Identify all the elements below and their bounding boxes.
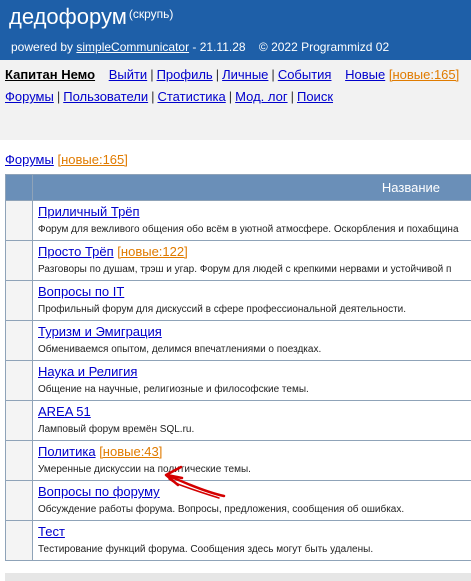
forum-title-line: Вопросы по форуму — [38, 484, 160, 499]
forum-row: Вопросы по форуму Обсуждение работы форум… — [5, 480, 471, 521]
forum-info-cell: Просто Трёп [новые:122] Разговоры по душа… — [32, 240, 471, 281]
forum-row: Туризм и Эмиграция Обмениваемся опытом, д… — [5, 320, 471, 361]
forum-title-line: Политика [новые:43] — [38, 444, 162, 459]
breadcrumb: Форумы [новые:165] — [5, 152, 128, 167]
forum-link[interactable]: Наука и Религия — [38, 364, 137, 379]
footer-band — [5, 573, 471, 581]
forum-info-cell: Туризм и Эмиграция Обмениваемся опытом, д… — [32, 320, 471, 361]
forum-title-line: Наука и Религия — [38, 364, 137, 379]
user-nav: Капитан Немо Выйти | Профиль | Личные | Событи… — [0, 60, 471, 112]
site-subtitle: (скрупь) — [128, 7, 174, 21]
forum-description: Ламповый форум времён SQL.ru. — [38, 424, 195, 435]
forum-link[interactable]: Тест — [38, 524, 65, 539]
nav-private-link[interactable]: Личные — [222, 67, 268, 82]
forum-row: Наука и Религия Общение на научные, религ… — [5, 360, 471, 401]
forum-description: Обмениваемся опытом, делимся впечатления… — [38, 344, 322, 355]
forum-description: Умеренные дискуссии на политические темы… — [38, 464, 251, 475]
powered-by-line: powered by simpleCommunicator - 21.11.28… — [11, 40, 389, 54]
forum-table: Название Приличный Трёп Форум для вежливо… — [5, 174, 471, 561]
forum-rows: Приличный Трёп Форум для вежливого общени… — [5, 200, 471, 561]
forum-status-icon-cell — [5, 200, 33, 241]
forum-status-icon-cell — [5, 360, 33, 401]
nav-new-link[interactable]: Новые — [345, 67, 385, 82]
forum-info-cell: Тест Тестирование функций форума. Сообщен… — [32, 520, 471, 561]
forum-link[interactable]: Вопросы по форуму — [38, 484, 160, 499]
header-icon-cell — [5, 174, 33, 201]
forum-info-cell: Приличный Трёп Форум для вежливого общени… — [32, 200, 471, 241]
simplecommunicator-link[interactable]: simpleCommunicator — [76, 40, 189, 54]
forum-title-line: Вопросы по IT — [38, 284, 124, 299]
breadcrumb-forums-link[interactable]: Форумы — [5, 152, 54, 167]
forum-info-cell: Вопросы по форуму Обсуждение работы форум… — [32, 480, 471, 521]
forum-status-icon-cell — [5, 240, 33, 281]
forum-link[interactable]: Вопросы по IT — [38, 284, 124, 299]
username-link[interactable]: Капитан Немо — [5, 67, 95, 82]
site-header: дедофорум (скрупь) powered by simpleCommu… — [0, 0, 471, 60]
nav-search-link[interactable]: Поиск — [297, 89, 333, 104]
forum-description: Форум для вежливого общения обо всём в у… — [38, 224, 459, 235]
breadcrumb-new-count-link[interactable]: [новые:165] — [57, 152, 127, 167]
forum-new-count-link[interactable]: [новые:43] — [99, 444, 162, 459]
forum-link[interactable]: Приличный Трёп — [38, 204, 140, 219]
forum-status-icon-cell — [5, 440, 33, 481]
forum-link[interactable]: Туризм и Эмиграция — [38, 324, 162, 339]
nav-new-count-link[interactable]: [новые:165] — [389, 67, 459, 82]
forum-description: Обсуждение работы форума. Вопросы, предл… — [38, 504, 405, 515]
nav-row-2: Форумы | Пользователи | Статистика | Мод. лог |… — [5, 89, 334, 104]
forum-link[interactable]: AREA 51 — [38, 404, 91, 419]
nav-spacer-band — [0, 112, 471, 140]
nav-row-1: Капитан Немо Выйти | Профиль | Личные | Событи… — [5, 67, 460, 82]
powered-prefix: powered by — [11, 40, 77, 54]
forum-info-cell: Вопросы по IT Профильный форум для дискус… — [32, 280, 471, 321]
forum-status-icon-cell — [5, 400, 33, 441]
column-header-name[interactable]: Название — [32, 174, 471, 201]
nav-stats-link[interactable]: Статистика — [157, 89, 225, 104]
forum-info-cell: Наука и Религия Общение на научные, религ… — [32, 360, 471, 401]
nav-events-link[interactable]: События — [278, 67, 332, 82]
forum-title-line: Просто Трёп [новые:122] — [38, 244, 188, 259]
forum-row: Политика [новые:43] Умеренные дискуссии н… — [5, 440, 471, 481]
forum-new-count-link[interactable]: [новые:122] — [117, 244, 187, 259]
forum-info-cell: Политика [новые:43] Умеренные дискуссии н… — [32, 440, 471, 481]
forum-link[interactable]: Просто Трёп — [38, 244, 114, 259]
forum-row: Приличный Трёп Форум для вежливого общени… — [5, 200, 471, 241]
forum-row: AREA 51 Ламповый форум времён SQL.ru. — [5, 400, 471, 441]
forum-title-line: AREA 51 — [38, 404, 91, 419]
nav-forums-link[interactable]: Форумы — [5, 89, 54, 104]
nav-profile-link[interactable]: Профиль — [157, 67, 213, 82]
forum-row: Тест Тестирование функций форума. Сообщен… — [5, 520, 471, 561]
forum-info-cell: AREA 51 Ламповый форум времён SQL.ru. — [32, 400, 471, 441]
forum-row: Вопросы по IT Профильный форум для дискус… — [5, 280, 471, 321]
forum-status-icon-cell — [5, 280, 33, 321]
forum-link[interactable]: Политика — [38, 444, 96, 459]
forum-status-icon-cell — [5, 320, 33, 361]
nav-logout-link[interactable]: Выйти — [109, 67, 148, 82]
forum-description: Тестирование функций форума. Сообщения з… — [38, 544, 374, 555]
nav-modlog-link[interactable]: Мод. лог — [235, 89, 287, 104]
powered-suffix: - 21.11.28 © 2022 Programmizd 02 — [189, 40, 390, 54]
forum-table-header: Название — [5, 174, 471, 201]
forum-description: Общение на научные, религиозные и филосо… — [38, 384, 309, 395]
site-title: дедофорум (скрупь) — [9, 4, 173, 30]
forum-status-icon-cell — [5, 520, 33, 561]
forum-title-line: Тест — [38, 524, 65, 539]
forum-title-line: Приличный Трёп — [38, 204, 140, 219]
site-title-text: дедофорум — [9, 4, 127, 29]
forum-row: Просто Трёп [новые:122] Разговоры по душа… — [5, 240, 471, 281]
nav-users-link[interactable]: Пользователи — [63, 89, 148, 104]
forum-title-line: Туризм и Эмиграция — [38, 324, 162, 339]
forum-description: Профильный форум для дискуссий в сфере п… — [38, 304, 407, 315]
forum-description: Разговоры по душам, трэш и угар. Форум д… — [38, 264, 452, 275]
forum-status-icon-cell — [5, 480, 33, 521]
